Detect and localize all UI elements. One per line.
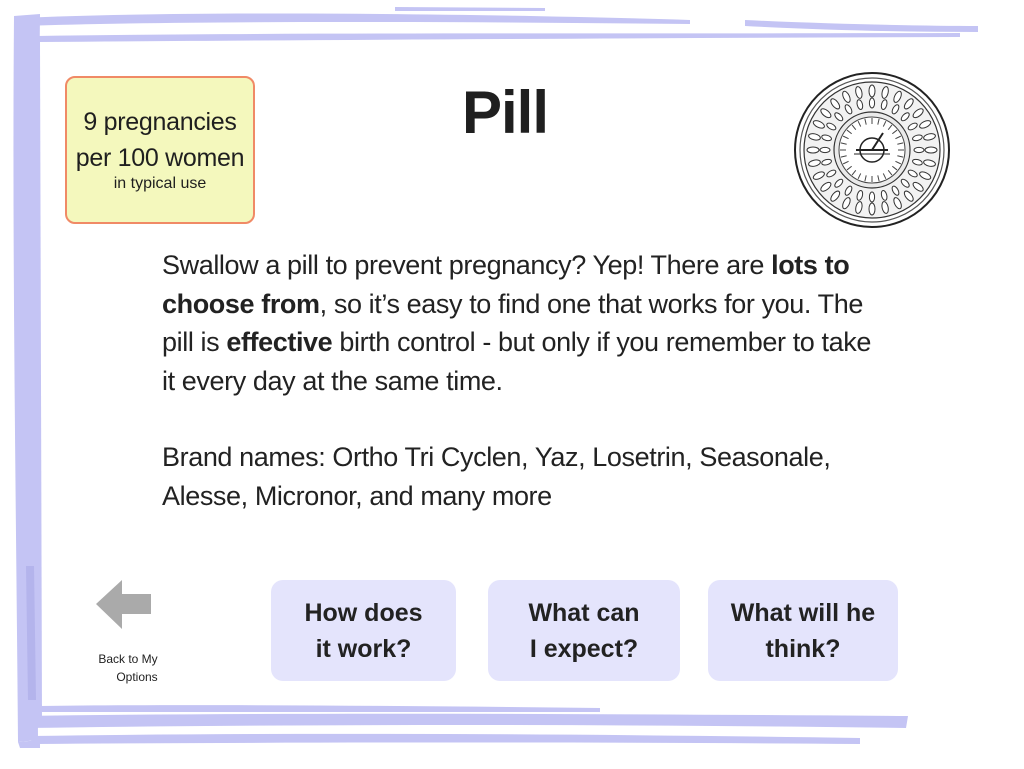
pill-slot xyxy=(806,146,820,154)
pill-slot xyxy=(924,146,938,154)
description: Swallow a pill to prevent pregnancy? Yep… xyxy=(162,246,882,515)
pill-slot xyxy=(868,202,876,216)
left-arrow-icon xyxy=(96,580,151,629)
brand-names: Brand names: Ortho Tri Cyclen, Yaz, Lose… xyxy=(162,442,831,511)
pill-slot xyxy=(819,146,831,154)
page-title: Pill xyxy=(461,79,549,146)
back-label: Back to My Options xyxy=(98,652,158,684)
how-does-it-work-button[interactable]: How does it work? xyxy=(271,580,456,681)
pill-slot xyxy=(868,97,876,109)
screen: 9 pregnancies per 100 women in typical u… xyxy=(0,0,1024,769)
pill-slot xyxy=(868,191,876,203)
what-can-i-expect-button[interactable]: What can I expect? xyxy=(488,580,680,681)
pill-pack-icon xyxy=(794,72,950,228)
what-will-he-think-button[interactable]: What will he think? xyxy=(708,580,898,681)
effectiveness-stat-box: 9 pregnancies per 100 women in typical u… xyxy=(65,76,255,224)
stat-per-women: per 100 women xyxy=(75,144,245,172)
back-to-options-button[interactable]: Back to My Options xyxy=(88,578,168,688)
pill-slot xyxy=(913,146,925,154)
stat-pregnancies: 9 pregnancies xyxy=(83,108,237,136)
description-paragraph: Swallow a pill to prevent pregnancy? Yep… xyxy=(162,250,871,396)
highlight-effective: effective xyxy=(226,327,333,357)
stat-typical-use: in typical use xyxy=(113,175,207,192)
pill-slot xyxy=(868,84,876,98)
